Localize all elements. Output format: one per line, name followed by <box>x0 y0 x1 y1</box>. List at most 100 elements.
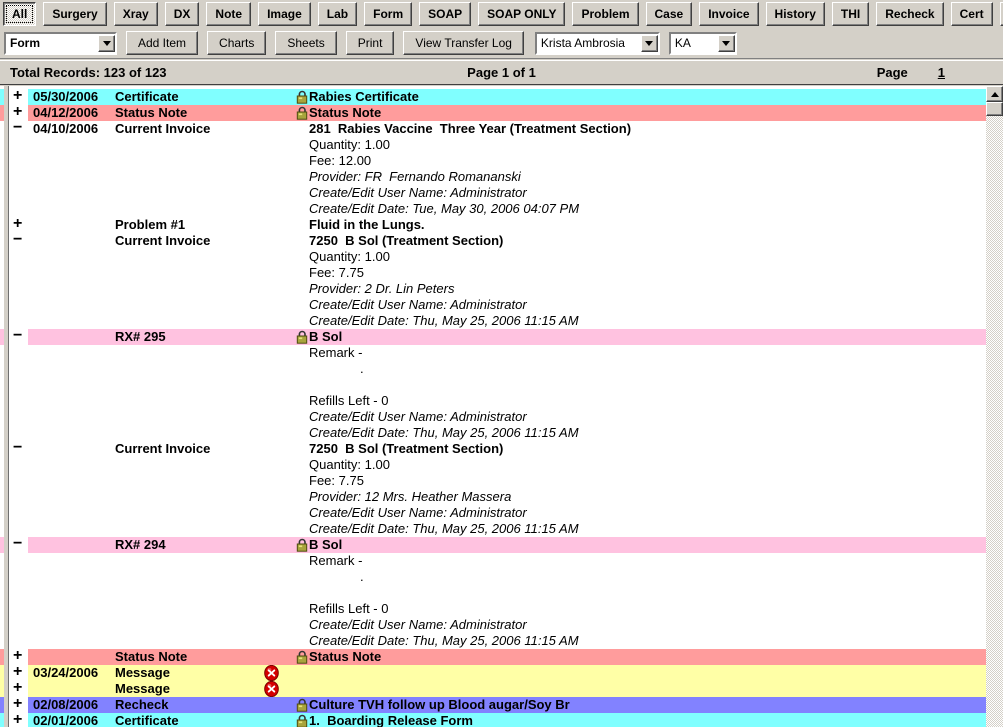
record-type: Problem #1 <box>115 217 185 233</box>
record-detail-text: Provider: FR Fernando Romananski <box>309 169 521 185</box>
tab-history[interactable]: History <box>766 2 825 26</box>
view-transfer-log-button[interactable]: View Transfer Log <box>403 31 524 55</box>
expand-toggle[interactable]: + <box>13 104 22 120</box>
record-row[interactable]: −Current Invoice7250 B Sol (Treatment Se… <box>0 441 986 457</box>
alert-x-icon <box>264 665 279 681</box>
tab-cert[interactable]: Cert <box>951 2 993 26</box>
row-highlight-band <box>28 249 986 265</box>
record-row[interactable]: −RX# 295B Sol <box>0 329 986 345</box>
expand-toggle[interactable]: + <box>13 680 22 696</box>
charts-button[interactable]: Charts <box>207 31 266 55</box>
lock-icon <box>296 330 308 344</box>
record-row[interactable]: +02/08/2006RecheckCulture TVH follow up … <box>0 697 986 713</box>
expand-toggle[interactable]: − <box>13 536 22 552</box>
tab-soap[interactable]: SOAP <box>419 2 471 26</box>
record-row[interactable]: +Status NoteStatus Note <box>0 649 986 665</box>
vertical-scrollbar[interactable] <box>986 86 1003 727</box>
record-detail-text: Remark - <box>309 553 362 569</box>
chevron-down-icon[interactable] <box>98 35 115 52</box>
expand-toggle[interactable]: + <box>13 696 22 712</box>
record-detail-row: Provider: 2 Dr. Lin Peters <box>0 281 986 297</box>
row-highlight-band <box>28 569 986 585</box>
page-label: Page <box>877 65 908 80</box>
record-detail-text: Fee: 12.00 <box>309 153 371 169</box>
expand-toggle[interactable]: + <box>13 648 22 664</box>
expand-toggle[interactable]: + <box>13 88 22 104</box>
record-detail-text: Create/Edit Date: Thu, May 25, 2006 11:1… <box>309 633 579 649</box>
tab-form[interactable]: Form <box>364 2 412 26</box>
record-row[interactable]: +Problem #1Fluid in the Lungs. <box>0 217 986 233</box>
record-detail-text: . <box>360 569 364 585</box>
record-row[interactable]: +03/24/2006Message <box>0 665 986 681</box>
record-detail-text: Create/Edit User Name: Administrator <box>309 297 527 313</box>
list-left-gutter <box>4 86 9 727</box>
record-detail-text: Provider: 2 Dr. Lin Peters <box>309 281 454 297</box>
tab-surgery[interactable]: Surgery <box>43 2 106 26</box>
record-type: Certificate <box>115 713 179 727</box>
row-highlight-band <box>28 585 986 601</box>
expand-toggle[interactable]: − <box>13 440 22 456</box>
record-detail-text: Create/Edit User Name: Administrator <box>309 185 527 201</box>
expand-toggle[interactable]: − <box>13 232 22 248</box>
record-detail-text: . <box>360 361 364 377</box>
chevron-down-icon[interactable] <box>641 35 658 52</box>
record-detail-text: Quantity: 1.00 <box>309 137 390 153</box>
tab-lab[interactable]: Lab <box>318 2 357 26</box>
expand-toggle[interactable]: + <box>13 712 22 727</box>
record-detail-row: Create/Edit User Name: Administrator <box>0 409 986 425</box>
record-row[interactable]: −RX# 294B Sol <box>0 537 986 553</box>
user-combobox[interactable]: Krista Ambrosia <box>535 32 660 55</box>
scroll-up-button[interactable] <box>986 86 1003 102</box>
record-row[interactable]: +Message <box>0 681 986 697</box>
tab-thi[interactable]: THI <box>832 2 869 26</box>
tab-problem[interactable]: Problem <box>572 2 638 26</box>
record-detail-row: . <box>0 361 986 377</box>
row-highlight-band <box>28 665 986 681</box>
record-detail-text: Create/Edit User Name: Administrator <box>309 617 527 633</box>
record-row[interactable]: −Current Invoice7250 B Sol (Treatment Se… <box>0 233 986 249</box>
record-detail-text: Create/Edit Date: Tue, May 30, 2006 04:0… <box>309 201 579 217</box>
record-detail-row: Quantity: 1.00 <box>0 457 986 473</box>
page-selector: Page 1 <box>877 65 945 80</box>
row-highlight-band <box>28 137 986 153</box>
add-item-button[interactable]: Add Item <box>126 31 198 55</box>
initials-combobox[interactable]: KA <box>669 32 737 55</box>
row-highlight-band <box>28 153 986 169</box>
tab-case[interactable]: Case <box>646 2 693 26</box>
record-row[interactable]: +05/30/2006CertificateRabies Certificate <box>0 89 986 105</box>
tab-note[interactable]: Note <box>206 2 251 26</box>
tab-recheck[interactable]: Recheck <box>876 2 943 26</box>
tab-image[interactable]: Image <box>258 2 311 26</box>
sheets-button[interactable]: Sheets <box>275 31 336 55</box>
record-description: Culture TVH follow up Blood augar/Soy Br <box>309 697 570 713</box>
tab-all[interactable]: All <box>3 2 36 26</box>
tab-link[interactable]: Link <box>1000 2 1003 26</box>
chevron-down-icon[interactable] <box>718 35 735 52</box>
record-detail-text: Refills Left - 0 <box>309 601 388 617</box>
record-detail-row: Create/Edit Date: Thu, May 25, 2006 11:1… <box>0 313 986 329</box>
record-detail-text: Fee: 7.75 <box>309 265 364 281</box>
expand-toggle[interactable]: − <box>13 328 22 344</box>
view-combobox[interactable]: Form <box>4 32 117 55</box>
record-detail-text: Refills Left - 0 <box>309 393 388 409</box>
tab-dx[interactable]: DX <box>165 2 200 26</box>
user-combobox-value: Krista Ambrosia <box>537 36 641 50</box>
expand-toggle[interactable]: + <box>13 664 22 680</box>
record-detail-row: Create/Edit User Name: Administrator <box>0 505 986 521</box>
tab-xray[interactable]: Xray <box>114 2 158 26</box>
record-row[interactable]: +02/01/2006Certificate1. Boarding Releas… <box>0 713 986 727</box>
print-button[interactable]: Print <box>346 31 395 55</box>
tab-invoice[interactable]: Invoice <box>699 2 758 26</box>
record-description: B Sol <box>309 537 342 553</box>
record-row[interactable]: −04/10/2006Current Invoice281 Rabies Vac… <box>0 121 986 137</box>
tab-soap-only[interactable]: SOAP ONLY <box>478 2 565 26</box>
page-number-link[interactable]: 1 <box>938 65 945 80</box>
row-highlight-band <box>28 345 986 361</box>
record-row[interactable]: +04/12/2006Status NoteStatus Note <box>0 105 986 121</box>
record-description: Status Note <box>309 105 381 121</box>
expand-toggle[interactable]: + <box>13 216 22 232</box>
expand-toggle[interactable]: − <box>13 120 22 136</box>
record-detail-row: Create/Edit User Name: Administrator <box>0 185 986 201</box>
scroll-thumb[interactable] <box>986 102 1003 116</box>
initials-combobox-value: KA <box>671 36 718 50</box>
